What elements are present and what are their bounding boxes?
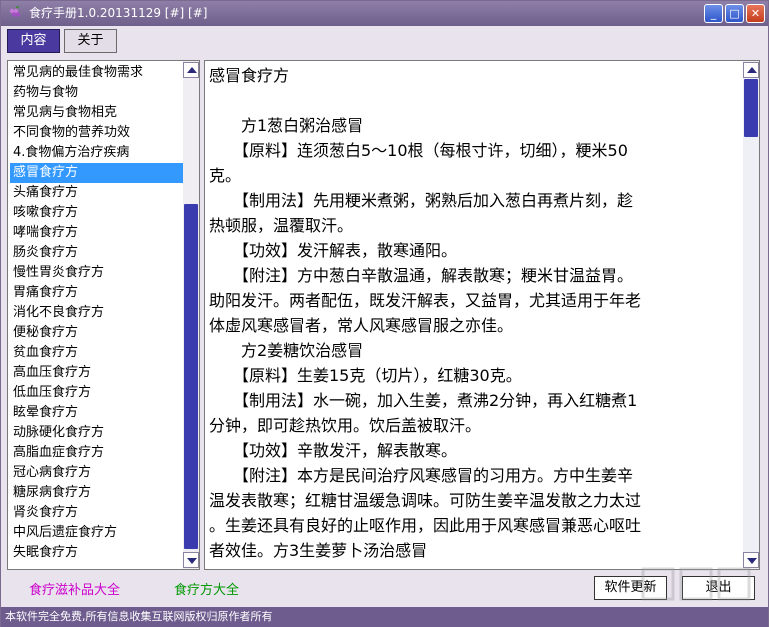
list-item[interactable]: 胃痛食疗方	[13, 283, 78, 303]
list-item[interactable]: 糖尿病食疗方	[13, 483, 91, 503]
content-scroll-thumb[interactable]	[744, 79, 758, 137]
tab-about[interactable]: 关于	[64, 29, 117, 53]
content-line: 【原料】生姜15克（切片），红糖30克。	[209, 366, 522, 385]
list-item[interactable]: 中风后遗症食疗方	[13, 523, 117, 543]
list-item[interactable]: 高血压食疗方	[13, 363, 91, 383]
status-bar: 本软件完全免费,所有信息收集互联网版权归原作者所有	[1, 607, 768, 627]
app-window: 食疗手册1.0.20131129 [#] [#] _ □ ✕ 内容 关于 常见病…	[0, 0, 769, 627]
maximize-button[interactable]: □	[725, 4, 744, 23]
list-item[interactable]: 低血压食疗方	[13, 383, 91, 403]
list-item[interactable]: 咳嗽食疗方	[13, 203, 78, 223]
list-item[interactable]: 药物与食物	[13, 83, 78, 103]
content-line: 【原料】连须葱白5～10根（每根寸许，切细），粳米50	[209, 141, 628, 160]
content-scrollbar[interactable]	[743, 61, 759, 569]
list-item[interactable]: 失眠食疗方	[13, 543, 78, 563]
content-line: 分钟，即可趁热饮用。饮后盖被取汗。	[209, 416, 482, 435]
content-line: 【制用法】先用粳米煮粥，粥熟后加入葱白再煮片刻，趁	[209, 191, 634, 210]
content-line: 助阳发汗。两者配伍，既发汗解表，又益胃，尤其适用于年老	[209, 291, 642, 310]
content-line: 【功效】发汗解表，散寒通阳。	[209, 241, 458, 260]
topic-list-scroll-thumb[interactable]	[184, 204, 198, 549]
list-item[interactable]: 便秘食疗方	[13, 323, 78, 343]
content-line: 【附注】本方是民间治疗风寒感冒的习用方。方中生姜辛	[209, 466, 634, 485]
scroll-down-arrow-icon[interactable]	[183, 552, 199, 568]
link-remedies[interactable]: 食疗方大全	[174, 583, 239, 599]
content-line: 。生姜还具有良好的止呕作用，因此用于风寒感冒兼恶心呕吐	[209, 516, 642, 535]
content-line: 热顿服，温覆取汗。	[209, 216, 354, 235]
list-item[interactable]: 眩晕食疗方	[13, 403, 78, 423]
list-item[interactable]: 肠炎食疗方	[13, 243, 78, 263]
list-item[interactable]: 头痛食疗方	[13, 183, 78, 203]
list-item[interactable]: 哮喘食疗方	[13, 223, 78, 243]
window-title: 食疗手册1.0.20131129 [#] [#]	[29, 6, 208, 20]
list-item[interactable]: 消化不良食疗方	[13, 303, 104, 323]
link-tonic-foods[interactable]: 食疗滋补品大全	[29, 583, 120, 599]
list-item-selected[interactable]: 感冒食疗方	[10, 163, 184, 183]
content-line: 方1葱白粥治感冒	[209, 116, 364, 135]
topic-list[interactable]: 常见病的最佳食物需求 药物与食物 常见病与食物相克 不同食物的营养功效 4.食物偏方治疗…	[7, 60, 200, 570]
topic-list-scrollbar[interactable]	[183, 61, 199, 569]
content-heading: 感冒食疗方	[209, 66, 290, 85]
content-line: 者效佳。方3生姜萝卜汤治感冒	[209, 541, 428, 560]
tab-content[interactable]: 内容	[7, 29, 60, 53]
content-line: 体虚风寒感冒者，常人风寒感冒服之亦佳。	[209, 316, 514, 335]
minimize-button[interactable]: _	[704, 4, 723, 23]
content-line: 【附注】方中葱白辛散温通，解表散寒；粳米甘温益胃。	[209, 266, 634, 285]
scroll-up-arrow-icon[interactable]	[183, 62, 199, 78]
close-button[interactable]: ✕	[746, 4, 765, 23]
grapes-app-icon	[9, 6, 21, 17]
list-item[interactable]: 常见病的最佳食物需求	[13, 63, 143, 83]
list-item[interactable]: 肾炎食疗方	[13, 503, 78, 523]
title-bar[interactable]: 食疗手册1.0.20131129 [#] [#] _ □ ✕	[1, 1, 768, 26]
list-item[interactable]: 贫血食疗方	[13, 343, 78, 363]
watermark-logo	[641, 567, 751, 601]
list-item[interactable]: 常见病与食物相克	[13, 103, 117, 123]
content-scroll-up-arrow-icon[interactable]	[743, 62, 759, 78]
content-line: 温发表散寒；红糖甘温缓急调味。可防生姜辛温发散之力太过	[209, 491, 642, 510]
content-line: 克。	[209, 166, 242, 185]
list-item[interactable]: 冠心病食疗方	[13, 463, 91, 483]
list-item[interactable]: 慢性胃炎食疗方	[13, 263, 104, 283]
list-item[interactable]: 动脉硬化食疗方	[13, 423, 104, 443]
list-item[interactable]: 4.食物偏方治疗疾病	[13, 143, 129, 163]
list-item[interactable]: 不同食物的营养功效	[13, 123, 130, 143]
content-line: 方2姜糖饮治感冒	[209, 341, 364, 360]
list-item[interactable]: 高脂血症食疗方	[13, 443, 104, 463]
content-area[interactable]: 感冒食疗方 方1葱白粥治感冒 【原料】连须葱白5～10根（每根寸许，切细），粳米…	[204, 60, 760, 570]
content-line: 【功效】辛散发汗，解表散寒。	[209, 441, 458, 460]
content-line: 【制用法】水一碗，加入生姜，煮沸2分钟，再入红糖煮1	[209, 391, 638, 410]
